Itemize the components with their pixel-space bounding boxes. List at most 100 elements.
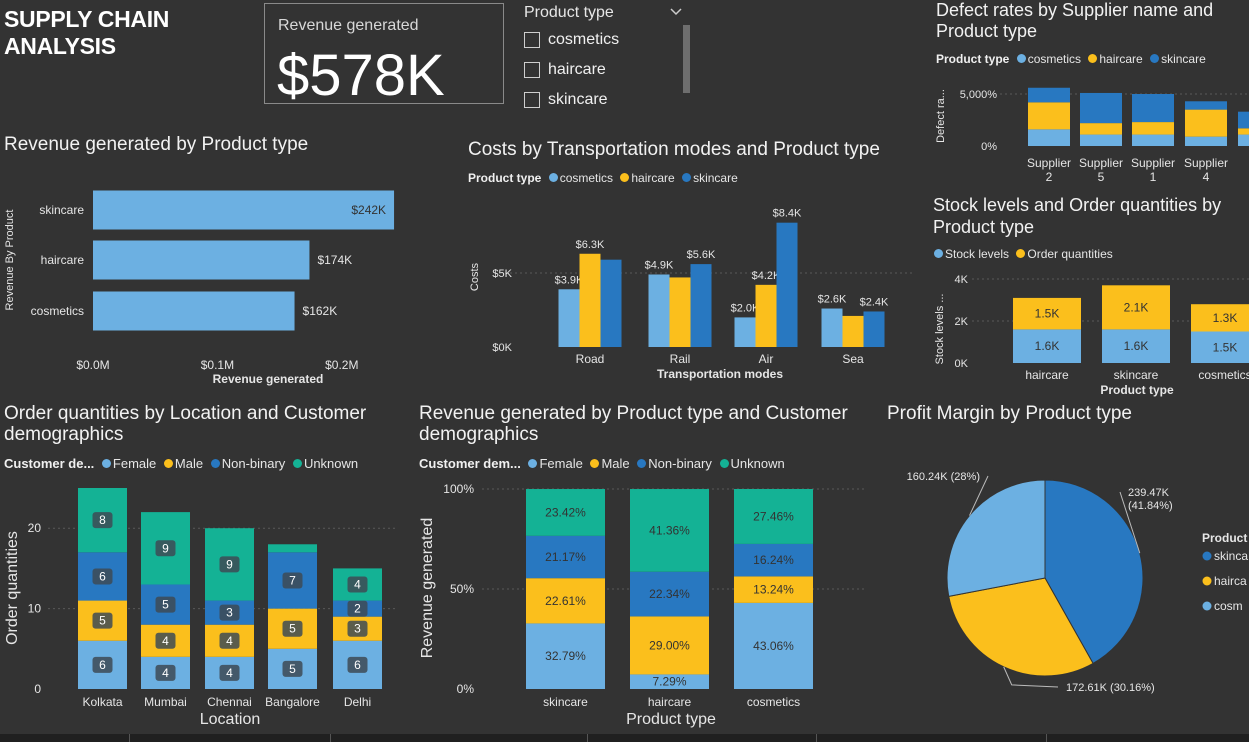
y-tick-label: $5K (492, 268, 512, 280)
bar-skincare-2 (1080, 92, 1122, 124)
bar-cosmetics-Sea (821, 308, 843, 347)
data-label: 4 (226, 666, 233, 680)
slicer-scrollbar[interactable] (683, 25, 690, 93)
category-label: Bangalore (265, 695, 320, 709)
chevron-down-icon[interactable] (669, 7, 683, 17)
bar-haircare-Sea (842, 315, 864, 347)
legend-dot-haircare (1202, 576, 1212, 586)
legend-title: Product type (936, 52, 1010, 66)
legend-item: skincare (693, 171, 738, 185)
kpi-card: Revenue generated $578K (264, 3, 504, 108)
x-axis-title: Transportation modes (657, 367, 783, 381)
category-label: Chennai (207, 695, 252, 709)
data-label: $4.9K (645, 259, 674, 271)
legend-item: haircare (1099, 52, 1143, 66)
legend-item: cosmetics (559, 171, 614, 185)
y-tick-label: 50% (450, 582, 474, 596)
kpi-label: Revenue generated (278, 17, 419, 34)
slicer-option-label: cosmetics (548, 31, 620, 48)
data-label: 7.29% (652, 675, 686, 689)
data-label: 9 (226, 557, 233, 571)
legend-dot-cosmetics (548, 173, 558, 182)
slicer-option-haircare[interactable]: haircare (524, 60, 606, 80)
legend-item: Non-binary (648, 456, 712, 471)
bar-cosmetics-1 (1028, 129, 1070, 146)
tab-divider (1046, 734, 1047, 742)
legend-item: cosmetics (1027, 52, 1082, 66)
bar-haircare-Air (755, 284, 777, 347)
chart-revenue-by-demographics: 32.79% 22.61% 21.17% 23.42% skincare 7.29% 29.… (419, 482, 867, 728)
y-tick-label: 0% (981, 141, 997, 153)
x-tick-label: $0.1M (201, 358, 234, 372)
chart-title-defect-rates: Defect rates by Supplier name and Produc… (936, 0, 1214, 41)
y-axis-title: Costs (469, 262, 481, 291)
legend-dot-female (528, 459, 538, 468)
category-label: 2 (1046, 170, 1053, 184)
data-label: 41.36% (649, 523, 690, 537)
data-label: 22.61% (545, 594, 586, 608)
legend-dot-skincare (682, 173, 692, 182)
legend-item: Unknown (730, 456, 785, 471)
legend-item: Female (539, 456, 583, 471)
x-axis-title: Location (200, 711, 261, 728)
category-label: cosmetics (1198, 368, 1249, 382)
bar-skincare-5 (1238, 111, 1249, 129)
slicer-option-skincare[interactable]: skincare (524, 90, 608, 110)
chart-title-profit-margin: Profit Margin by Product type (887, 403, 1132, 424)
category-label: Delhi (344, 695, 371, 709)
checkbox[interactable] (524, 62, 540, 78)
data-label: 1.6K (1124, 339, 1149, 353)
data-label: 6 (354, 658, 361, 672)
legend-dot-skincare (1150, 54, 1160, 63)
y-tick-label: 5,000% (960, 89, 998, 101)
data-label: 13.24% (753, 583, 794, 597)
product-type-slicer[interactable]: Product type cosmetics haircare skincare (520, 0, 700, 110)
chart-title-costs-by-transport: Costs by Transportation modes and Produc… (468, 139, 880, 160)
data-label: 3 (226, 606, 233, 620)
category-label: haircare (1025, 368, 1069, 382)
legend-costs: Product type cosmetics haircare skincare (468, 171, 738, 185)
category-label: Kolkata (82, 695, 122, 709)
legend-location: Customer de... Female Male Non-binary Un… (4, 456, 358, 471)
data-label: 16.24% (753, 553, 794, 567)
category-label: skincare (543, 695, 588, 709)
data-label: $174K (317, 253, 352, 267)
category-label: haircare (41, 253, 85, 267)
y-axis-title: Stock levels ... (934, 294, 946, 365)
data-label: 8 (99, 513, 106, 527)
legend-dot-male (163, 459, 173, 468)
legend-item: haircare (631, 171, 675, 185)
bar-skincare-Sea (863, 311, 885, 347)
bar-cosmetics-Rail (648, 274, 670, 347)
bar-haircare (93, 240, 310, 280)
y-tick-label: 0K (955, 358, 969, 370)
slicer-title: Product type (524, 4, 614, 21)
bar-haircare-4 (1185, 109, 1227, 137)
legend-item: Female (112, 456, 157, 471)
y-axis-title: Order quantities (4, 531, 21, 645)
bar-skincare-Road (600, 259, 622, 347)
data-label: $162K (303, 304, 338, 318)
checkbox[interactable] (524, 32, 540, 48)
dashboard-title: SUPPLY CHAIN ANALYSIS (4, 6, 169, 60)
data-label: 5 (289, 662, 296, 676)
data-label: $2.4K (860, 296, 889, 308)
x-axis-title: Product type (626, 711, 716, 728)
data-label: 27.46% (753, 509, 794, 523)
data-label: 239.47K (1128, 487, 1170, 499)
y-tick-label: 0% (457, 682, 475, 696)
legend-dot-nonbinary (637, 459, 647, 468)
dashboard-title-line2: ANALYSIS (4, 33, 116, 59)
slicer-option-cosmetics[interactable]: cosmetics (524, 30, 619, 50)
checkbox[interactable] (524, 92, 540, 108)
legend-title: Customer dem... (419, 456, 521, 471)
bar-cosmetics-Road (558, 289, 580, 347)
chart-profit-margin: 239.47K(41.84%) 172.61K (30.16%) 160.24K (… (907, 471, 1249, 694)
category-label: skincare (1114, 368, 1159, 382)
legend-item: Male (601, 456, 630, 471)
legend-dot-nonbinary (210, 459, 220, 468)
category-label: cosmetics (31, 304, 84, 318)
data-label: 3 (354, 622, 361, 636)
pie-slice-cosmetics (946, 479, 1046, 597)
bar-skincare (93, 190, 395, 230)
